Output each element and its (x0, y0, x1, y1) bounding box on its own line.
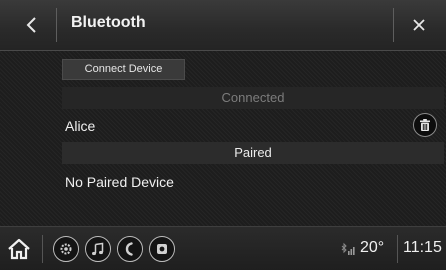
close-icon (413, 19, 425, 31)
clock: 11:15 (403, 239, 442, 256)
connected-section-header: Connected (62, 87, 444, 109)
camera-icon (157, 244, 167, 254)
home-button[interactable] (6, 237, 32, 261)
bluetooth-signal-icon (341, 242, 355, 255)
connected-device-row[interactable]: Alice (62, 113, 446, 139)
header-divider-right (393, 8, 394, 42)
no-paired-device-text: No Paired Device (65, 174, 174, 190)
chevron-left-icon (26, 17, 36, 33)
phone-icon (125, 242, 133, 256)
header-bar: Bluetooth (0, 0, 446, 51)
connect-device-button[interactable]: Connect Device (62, 59, 185, 80)
settings-button[interactable] (53, 236, 79, 262)
settings-icon (60, 243, 72, 255)
device-name: Alice (65, 118, 96, 134)
camera-button[interactable] (149, 236, 175, 262)
bluetooth-content: Connect Device Connected Alice Paired No… (0, 51, 446, 226)
trash-icon (420, 119, 430, 131)
home-icon (8, 238, 30, 260)
delete-device-button[interactable] (413, 113, 437, 137)
page-title: Bluetooth (71, 14, 146, 31)
phone-button[interactable] (117, 236, 143, 262)
status-divider-left (42, 235, 43, 263)
status-divider-right (397, 235, 398, 263)
temperature-readout: 20° (360, 239, 385, 256)
music-button[interactable] (85, 236, 111, 262)
bottom-status-bar: 20° 11:15 (0, 226, 446, 270)
header-divider-left (56, 8, 57, 42)
music-note-icon (92, 242, 104, 256)
paired-section-header: Paired (62, 142, 444, 164)
back-button[interactable] (18, 11, 46, 39)
close-button[interactable] (405, 11, 433, 39)
